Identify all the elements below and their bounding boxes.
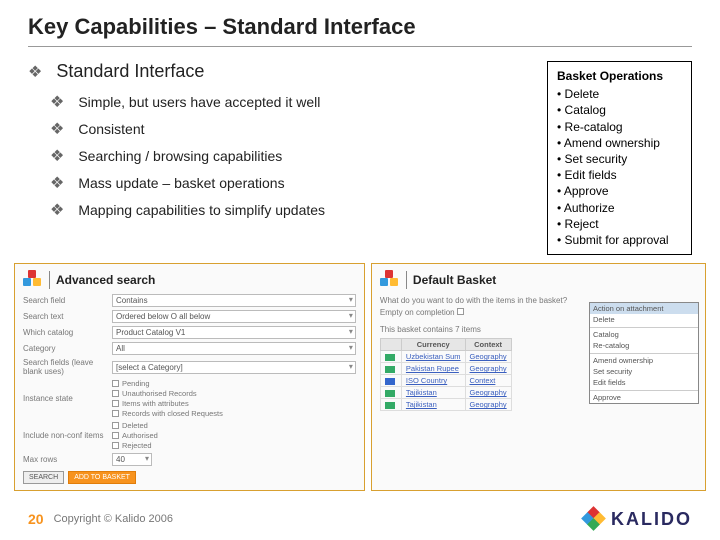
ops-title: Basket Operations — [557, 68, 682, 84]
checkbox-label: Deleted — [122, 421, 148, 430]
flag-icon — [385, 378, 395, 385]
advanced-search-panel: Advanced search Search field Contains Sea… — [14, 263, 365, 491]
search-button[interactable]: SEARCH — [23, 471, 64, 484]
separator — [49, 271, 50, 289]
checkbox[interactable] — [112, 432, 119, 439]
table-header: Currency — [401, 339, 465, 351]
diamond-bullet-icon: ❖ — [50, 146, 64, 166]
search-text-select[interactable]: Ordered below O all below — [112, 310, 356, 323]
bullets-column: ❖ Standard Interface ❖ Simple, but users … — [28, 61, 529, 255]
checkbox[interactable] — [112, 400, 119, 407]
dropdown-option[interactable]: Action on attachment — [590, 303, 698, 314]
empty-on-completion-checkbox[interactable] — [457, 308, 464, 315]
ops-item: • Catalog — [557, 102, 682, 118]
diamond-bullet-icon: ❖ — [50, 119, 64, 139]
kalido-logo: KALIDO — [583, 508, 692, 530]
label: Search text — [23, 312, 108, 321]
logo-text: KALIDO — [611, 509, 692, 530]
basket-table: Currency Context Uzbekistan SumGeography… — [380, 338, 512, 411]
bullet-item: Consistent — [78, 121, 144, 137]
diamond-bullet-icon: ❖ — [50, 92, 64, 112]
diamond-bullet-icon: ❖ — [28, 62, 42, 82]
checkbox-label: Items with attributes — [122, 399, 189, 408]
category-select[interactable]: All — [112, 342, 356, 355]
separator — [406, 271, 407, 289]
diamond-bullet-icon: ❖ — [50, 200, 64, 220]
footer: 20 Copyright © Kalido 2006 KALIDO — [0, 508, 720, 530]
dropdown-option[interactable]: Catalog — [590, 327, 698, 340]
label: Include non-conf items — [23, 431, 108, 440]
panel-title: Advanced search — [56, 273, 155, 287]
search-field-select[interactable]: Contains — [112, 294, 356, 307]
checkbox-label: Unauthorised Records — [122, 389, 197, 398]
checkbox-label: Pending — [122, 379, 150, 388]
basket-operations-box: Basket Operations • Delete • Catalog • R… — [547, 61, 692, 255]
checkbox[interactable] — [112, 410, 119, 417]
checkbox[interactable] — [112, 380, 119, 387]
ops-item: • Submit for approval — [557, 232, 682, 248]
bullet-item: Searching / browsing capabilities — [78, 148, 282, 164]
table-row[interactable]: Pakistan RupeeGeography — [380, 363, 511, 375]
ops-item: • Approve — [557, 183, 682, 199]
logo-mark-icon — [583, 508, 605, 530]
flag-icon — [385, 402, 395, 409]
section-heading: Standard Interface — [56, 61, 204, 82]
dropdown-option[interactable]: Edit fields — [590, 377, 698, 388]
ops-item: • Delete — [557, 86, 682, 102]
add-to-basket-button[interactable]: ADD TO BASKET — [68, 471, 136, 484]
dropdown-option[interactable]: Delete — [590, 314, 698, 325]
bullet-item: Mass update – basket operations — [78, 175, 284, 191]
flag-icon — [385, 354, 395, 361]
checkbox[interactable] — [112, 422, 119, 429]
label: Search field — [23, 296, 108, 305]
panel-title: Default Basket — [413, 273, 496, 287]
ops-item: • Authorize — [557, 200, 682, 216]
ops-item: • Reject — [557, 216, 682, 232]
checkbox[interactable] — [112, 442, 119, 449]
default-basket-panel: Default Basket What do you want to do wi… — [371, 263, 706, 491]
table-row[interactable]: ISO CountryContext — [380, 375, 511, 387]
checkbox-label: Rejected — [122, 441, 152, 450]
bullet-item: Mapping capabilities to simplify updates — [78, 202, 325, 218]
ops-item: • Set security — [557, 151, 682, 167]
copyright: Copyright © Kalido 2006 — [54, 513, 173, 525]
which-catalog-select[interactable]: Product Catalog V1 — [112, 326, 356, 339]
app-cube-icon — [380, 270, 400, 290]
checkbox-label: Authorised — [122, 431, 158, 440]
flag-icon — [385, 390, 395, 397]
label: Instance state — [23, 394, 108, 403]
label: Search fields (leave blank uses) — [23, 358, 108, 376]
app-cube-icon — [23, 270, 43, 290]
checkbox-label: Records with closed Requests — [122, 409, 223, 418]
basket-action-dropdown[interactable]: Action on attachment Delete Catalog Re-c… — [589, 302, 699, 404]
label: Which catalog — [23, 328, 108, 337]
slide-title: Key Capabilities – Standard Interface — [28, 14, 692, 47]
checkbox[interactable] — [112, 390, 119, 397]
dropdown-option[interactable]: Amend ownership — [590, 353, 698, 366]
table-header — [380, 339, 401, 351]
table-row[interactable]: TajikistanGeography — [380, 399, 511, 411]
ops-item: • Re-catalog — [557, 119, 682, 135]
dropdown-option[interactable]: Set security — [590, 366, 698, 377]
ops-item: • Edit fields — [557, 167, 682, 183]
bullet-item: Simple, but users have accepted it well — [78, 94, 320, 110]
dropdown-option[interactable]: Re-catalog — [590, 340, 698, 351]
table-header: Context — [465, 339, 511, 351]
search-fields-select[interactable]: [select a Category] — [112, 361, 356, 374]
label: Category — [23, 344, 108, 353]
table-row[interactable]: Uzbekistan SumGeography — [380, 351, 511, 363]
label: Max rows — [23, 455, 108, 464]
dropdown-option[interactable]: Approve — [590, 390, 698, 403]
ops-item: • Amend ownership — [557, 135, 682, 151]
empty-on-completion-label: Empty on completion — [380, 308, 455, 317]
flag-icon — [385, 366, 395, 373]
table-row[interactable]: TajikistanGeography — [380, 387, 511, 399]
page-number: 20 — [28, 511, 44, 527]
diamond-bullet-icon: ❖ — [50, 173, 64, 193]
max-rows-input[interactable]: 40 — [112, 453, 152, 466]
